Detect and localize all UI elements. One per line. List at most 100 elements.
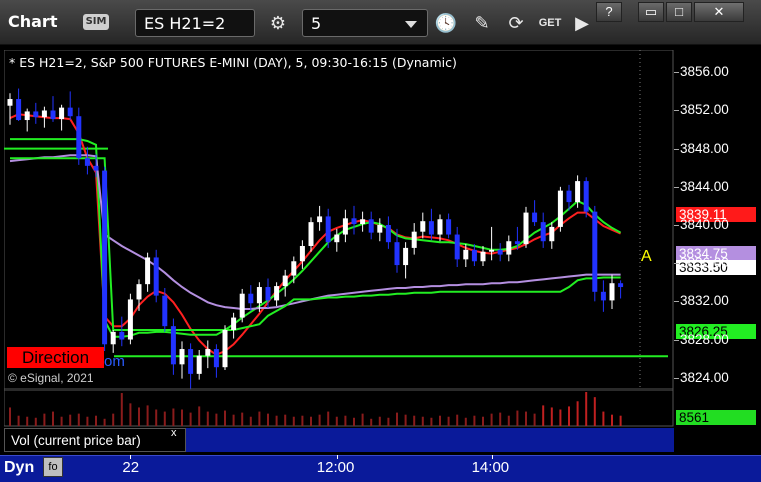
volume-bar (550, 407, 553, 426)
candle (291, 256, 297, 284)
candle-body (153, 257, 159, 296)
candle-body (76, 116, 82, 159)
symbol-settings-gear-icon[interactable]: ⚙ (264, 10, 292, 36)
volume-bar (568, 406, 570, 426)
candle-body (411, 231, 417, 248)
interval-select[interactable]: 5 (302, 9, 428, 37)
volume-bar (9, 407, 11, 426)
volume-bar (69, 414, 72, 426)
candle (41, 106, 47, 128)
volume-bar (232, 414, 235, 426)
candle-body (7, 99, 13, 106)
volume-bar (585, 392, 588, 426)
maximize-icon[interactable]: □ (666, 2, 692, 22)
format-icon[interactable]: fo (43, 457, 63, 477)
volume-bar (163, 411, 166, 426)
volume-bar (344, 415, 347, 426)
time-tick-label: 22 (122, 459, 140, 476)
candle-body (196, 355, 202, 374)
candle-body (179, 349, 185, 365)
candle-body (514, 241, 520, 245)
candle-body (454, 234, 460, 260)
candle (16, 88, 22, 121)
volume-chart[interactable] (4, 388, 674, 428)
symbol-input[interactable]: ES H21=2 (135, 9, 255, 37)
volume-bar (611, 414, 613, 426)
volume-bar (318, 414, 321, 426)
volume-bar (198, 406, 201, 426)
chevron-down-icon (405, 21, 417, 28)
close-icon[interactable]: ✕ (694, 2, 744, 22)
candle (127, 293, 133, 345)
volume-bar (542, 405, 545, 426)
clock-icon[interactable]: 🕓 (432, 10, 460, 36)
candle (110, 329, 116, 353)
candle (248, 285, 254, 311)
candle-body (342, 218, 348, 235)
volume-bar (456, 414, 459, 426)
candle (334, 228, 340, 252)
candle-body (282, 275, 288, 287)
candle (403, 242, 409, 279)
time-axis[interactable] (0, 455, 761, 482)
question-icon[interactable]: ? (596, 2, 622, 22)
candle (342, 209, 348, 243)
volume-bar (52, 411, 54, 426)
candle-body (351, 218, 357, 225)
candle-body (540, 222, 546, 242)
candle-body (239, 293, 245, 318)
time-tick-label: 14:00 (471, 459, 510, 476)
volume-bar (396, 412, 398, 426)
volume-bar (327, 411, 330, 426)
volume-bar (576, 401, 579, 426)
toolbar: Chart SIM ES H21=2 ⚙ 5 🕓 ✎ ⟳ GET ▶ ? ▭ □… (0, 0, 761, 45)
volume-bar (146, 405, 149, 426)
candle (102, 166, 108, 351)
direction-label-tail: om (104, 353, 125, 370)
volume-bar (439, 415, 441, 426)
candle (532, 200, 538, 226)
study-icon[interactable]: ⟳ (502, 10, 530, 36)
price-tick-mark (674, 339, 679, 341)
candle (420, 212, 426, 239)
volume-bar (258, 411, 261, 426)
candle (446, 213, 452, 239)
volume-bar (490, 413, 493, 426)
candle-body (299, 245, 305, 262)
candle-body (420, 221, 426, 232)
volume-bar (464, 417, 467, 426)
volume-bar (593, 397, 596, 426)
candle (360, 211, 366, 232)
volume-bar (267, 413, 269, 426)
chart-window: Chart SIM ES H21=2 ⚙ 5 🕓 ✎ ⟳ GET ▶ ? ▭ □… (0, 0, 761, 482)
candle (76, 107, 82, 165)
candle (609, 274, 615, 309)
volume-bar (525, 411, 527, 426)
volume-bar (77, 413, 80, 426)
candle (145, 252, 151, 292)
price-tick-label: 3824.00 (680, 369, 729, 385)
candle (213, 344, 219, 378)
candle-body (437, 219, 443, 235)
price-tick-label: 3828.00 (680, 331, 729, 347)
candle-body (84, 158, 90, 166)
candle-body (360, 219, 366, 225)
restore-icon[interactable]: ▭ (638, 2, 664, 22)
candle (196, 350, 202, 380)
play-icon[interactable]: ▶ (568, 10, 596, 36)
volume-bar (206, 411, 209, 426)
volume-pane-close-icon[interactable]: x (171, 427, 177, 439)
candle-body (110, 331, 116, 345)
candle-body (583, 181, 589, 212)
candle (24, 108, 30, 132)
candle-body (506, 241, 512, 255)
candle-body (334, 234, 340, 243)
price-chart[interactable] (4, 50, 674, 428)
candle-body (532, 212, 538, 223)
dynamic-mode-label[interactable]: Dyn (4, 459, 34, 477)
candle-body (102, 170, 108, 345)
chart-info-line: * ES H21=2, S&P 500 FUTURES E-MINI (DAY)… (9, 55, 457, 70)
pencil-icon[interactable]: ✎ (468, 10, 496, 36)
get-icon[interactable]: GET (536, 10, 564, 36)
volume-bar (482, 416, 484, 426)
